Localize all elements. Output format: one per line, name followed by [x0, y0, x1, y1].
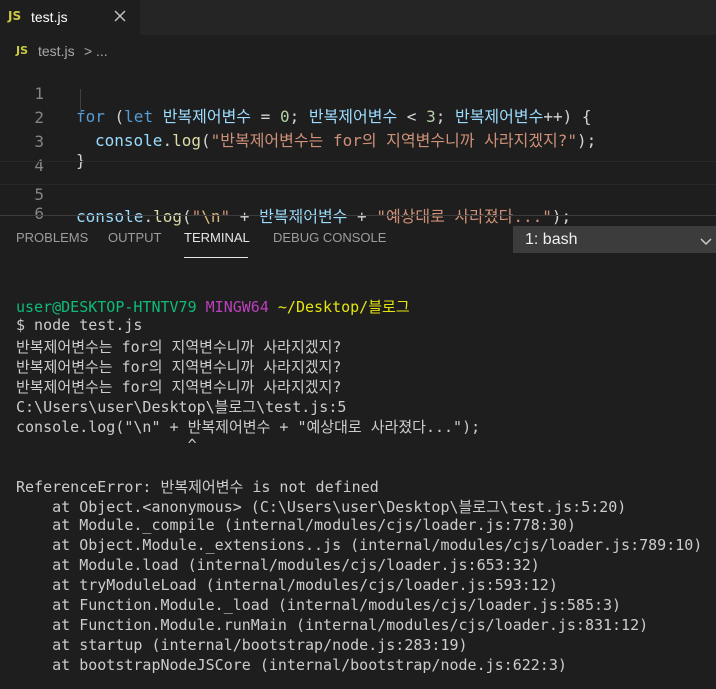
terminal-prompt: user@DESKTOP-HTNTV79 MINGW64 ~/Desktop/블…: [16, 296, 410, 316]
code-editor[interactable]: 1 for (let 반복제어변수 = 0; 반복제어변수 < 3; 반복제어변…: [0, 65, 716, 226]
prompt-path: ~/Desktop/블로그: [277, 298, 410, 316]
stack-trace-line: at startup (internal/bootstrap/node.js:2…: [16, 636, 468, 654]
breadcrumb-more[interactable]: ...: [96, 43, 108, 59]
prompt-user: user@DESKTOP-HTNTV79: [16, 298, 197, 316]
breadcrumb: JS test.js > ...: [0, 35, 716, 65]
terminal-error-line: ReferenceError: 반복제어변수 is not defined: [16, 478, 379, 496]
stack-trace-line: at tryModuleLoad (internal/modules/cjs/l…: [16, 576, 558, 594]
tab-terminal[interactable]: TERMINAL: [184, 230, 250, 245]
editor-tab-bar: JS test.js: [0, 0, 716, 35]
chevron-right-icon: >: [84, 43, 93, 59]
prompt-env: MINGW64: [205, 298, 269, 316]
code-line-4[interactable]: 4: [0, 137, 716, 175]
terminal-select[interactable]: 1: bash: [513, 226, 716, 253]
terminal-line: 반복제어변수는 for의 지역변수니까 사라지겠지?: [16, 338, 342, 356]
terminal-line: 반복제어변수는 for의 지역변수니까 사라지겠지?: [16, 358, 342, 376]
code-line-1[interactable]: 1 for (let 반복제어변수 = 0; 반복제어변수 < 3; 반복제어변…: [0, 65, 716, 126]
terminal-line: ^: [16, 436, 197, 454]
stack-trace-line: at Function.Module.runMain (internal/mod…: [16, 616, 649, 634]
tab-label: test.js: [31, 9, 68, 25]
stack-trace-line: at Module.load (internal/modules/cjs/loa…: [16, 556, 540, 574]
code-line-3[interactable]: 3 }: [0, 113, 716, 170]
terminal-line: C:\Users\user\Desktop\블로그\test.js:5: [16, 398, 347, 416]
indent-guide: [80, 89, 81, 113]
tab-problems[interactable]: PROBLEMS: [16, 230, 88, 245]
javascript-file-icon: JS: [16, 44, 29, 57]
chevron-down-icon: [700, 234, 712, 252]
close-icon[interactable]: [110, 6, 130, 26]
tab-test-js[interactable]: JS test.js: [0, 0, 140, 35]
stack-trace-line: at Module._compile (internal/modules/cjs…: [16, 516, 576, 534]
code-line-5[interactable]: 5 console.log("\n" + 반복제어변수 + "예상대로 사라졌다…: [0, 161, 716, 226]
terminal-line: console.log("\n" + 반복제어변수 + "예상대로 사라졌다..…: [16, 418, 481, 436]
stack-trace-line: at Object.Module._extensions..js (intern…: [16, 536, 703, 554]
active-tab-indicator: [184, 257, 248, 258]
terminal-line: 반복제어변수는 for의 지역변수니까 사라지겠지?: [16, 378, 342, 396]
stack-trace-line: at Function.Module._load (internal/modul…: [16, 596, 622, 614]
terminal-command: $ node test.js: [16, 316, 143, 334]
terminal-select-value: 1: bash: [525, 231, 578, 248]
javascript-file-icon: JS: [8, 9, 22, 23]
tab-output[interactable]: OUTPUT: [108, 230, 161, 245]
code-line-2[interactable]: 2 console.log("반복제어변수는 for의 지역변수니까 사라지겠지…: [0, 89, 716, 150]
stack-trace-line: at bootstrapNodeJSCore (internal/bootstr…: [16, 656, 567, 674]
stack-trace-line: at Object.<anonymous> (C:\Users\user\Des…: [16, 498, 627, 516]
terminal-output[interactable]: user@DESKTOP-HTNTV79 MINGW64 ~/Desktop/블…: [0, 264, 716, 689]
tab-debug-console[interactable]: DEBUG CONSOLE: [273, 230, 386, 245]
code-line-6[interactable]: 6: [0, 185, 716, 223]
breadcrumb-file[interactable]: test.js: [38, 43, 75, 59]
